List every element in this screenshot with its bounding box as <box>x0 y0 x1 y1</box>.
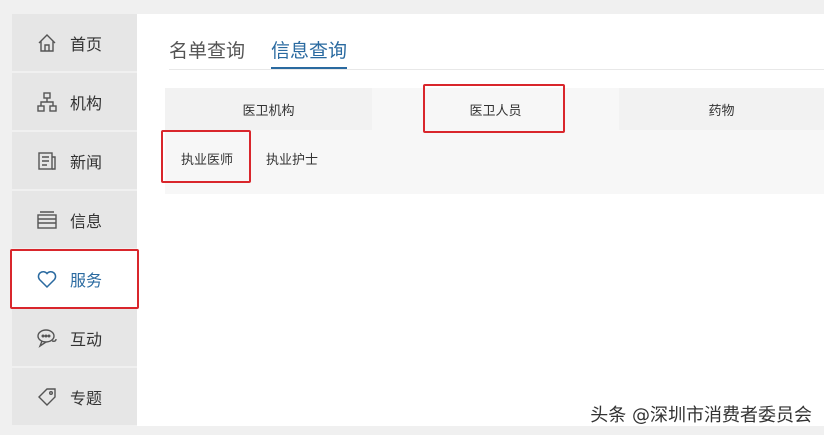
sidebar-item-label: 信息 <box>70 211 103 231</box>
sidebar-item-label: 机构 <box>70 93 103 113</box>
sidebar-item-home[interactable]: 首页 <box>12 14 137 71</box>
category-panel: 医卫机构 医卫人员 药物 执业医师 执业护士 <box>165 88 824 194</box>
sidebar-item-news[interactable]: 新闻 <box>12 132 137 189</box>
org-chart-icon <box>36 91 58 113</box>
main-content: 名单查询 信息查询 医卫机构 医卫人员 药物 执业医师 执业护士 <box>137 14 824 426</box>
sidebar-item-label: 新闻 <box>70 152 103 172</box>
tab-divider <box>169 69 824 70</box>
sidebar-item-institutions[interactable]: 机构 <box>12 73 137 130</box>
sidebar-item-label: 专题 <box>70 388 103 408</box>
subcategory-practicing-physician[interactable]: 执业医师 <box>181 149 233 168</box>
category-medical-personnel[interactable]: 医卫人员 <box>392 88 599 130</box>
watermark: 头条 @深圳市消费者委员会 <box>590 405 812 426</box>
subcategory-practicing-nurse[interactable]: 执业护士 <box>266 149 318 168</box>
query-tabs: 名单查询 信息查询 <box>169 36 373 69</box>
sidebar-item-interaction[interactable]: 互动 <box>12 309 137 366</box>
category-medical-institutions[interactable]: 医卫机构 <box>165 88 372 130</box>
tag-icon <box>36 386 58 408</box>
chat-icon <box>36 327 58 349</box>
sidebar-item-label: 服务 <box>70 270 103 290</box>
home-icon <box>36 32 58 54</box>
sidebar-item-topics[interactable]: 专题 <box>12 368 137 425</box>
category-drugs[interactable]: 药物 <box>619 88 824 130</box>
layers-icon <box>36 209 58 231</box>
news-icon <box>36 150 58 172</box>
heart-icon <box>36 268 58 290</box>
sidebar-item-label: 首页 <box>70 34 103 54</box>
sidebar-item-service[interactable]: 服务 <box>12 250 137 307</box>
sidebar-item-info[interactable]: 信息 <box>12 191 137 248</box>
tab-list-query[interactable]: 名单查询 <box>169 36 245 69</box>
sidebar: 首页 机构 新闻 信息 服务 互动 专题 <box>12 14 137 426</box>
sidebar-item-label: 互动 <box>70 329 103 349</box>
tab-info-query[interactable]: 信息查询 <box>271 36 348 69</box>
